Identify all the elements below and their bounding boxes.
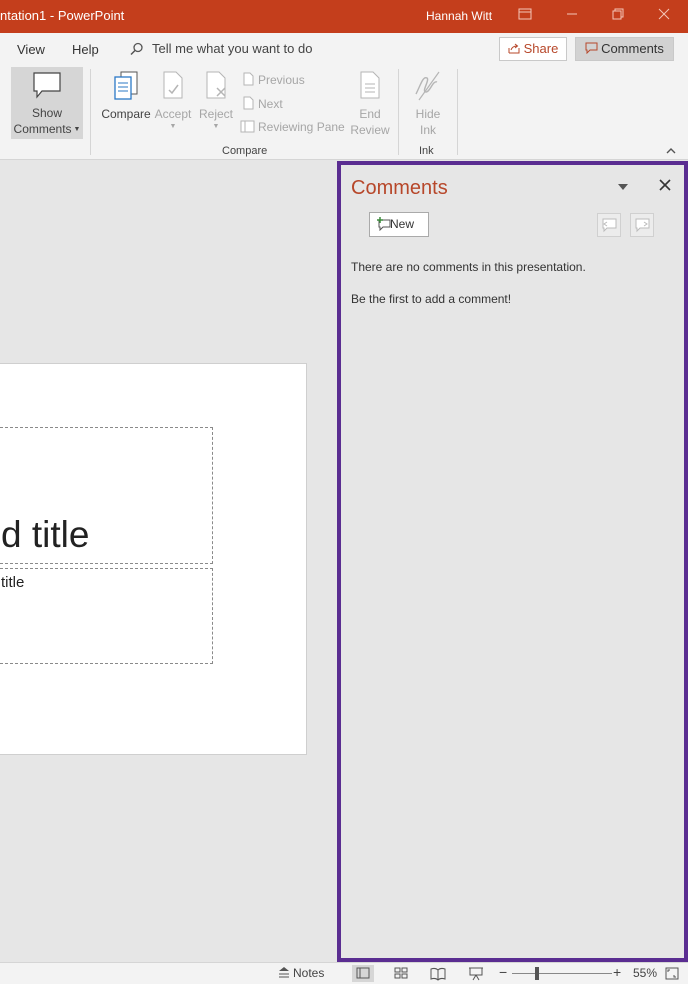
collapse-ribbon-icon[interactable] — [666, 145, 676, 157]
slide-editor[interactable]: d title title — [0, 160, 336, 962]
show-comments-label-2: Comments — [13, 122, 72, 136]
end-review-label-1: End — [359, 107, 381, 121]
no-comments-message: There are no comments in this presentati… — [351, 260, 586, 274]
dropdown-arrow-icon: ▼ — [71, 126, 81, 133]
previous-label: Previous — [258, 73, 305, 87]
reject-button[interactable]: Reject ▼ — [194, 70, 238, 132]
user-name[interactable]: Hannah Witt — [426, 9, 492, 23]
add-comment-prompt: Be the first to add a comment! — [351, 292, 512, 306]
divider — [457, 69, 458, 155]
ribbon-display-options-icon[interactable] — [513, 6, 537, 26]
end-review-label-2: Review — [350, 123, 390, 137]
slide-sorter-view-icon[interactable] — [390, 965, 412, 982]
pane-options-icon[interactable] — [618, 181, 628, 193]
subtitle-placeholder[interactable]: title — [0, 568, 213, 664]
show-comments-button[interactable]: Show Comments ▼ — [11, 67, 83, 139]
title-placeholder[interactable]: d title — [0, 427, 213, 564]
normal-view-icon[interactable] — [352, 965, 374, 982]
reject-label: Reject — [198, 107, 233, 121]
group-label-compare: Compare — [222, 145, 268, 157]
previous-comment-icon[interactable] — [597, 213, 621, 237]
zoom-slider-thumb[interactable] — [535, 967, 539, 980]
next-button[interactable]: Next — [241, 96, 283, 111]
minimize-icon[interactable] — [560, 6, 584, 26]
close-pane-icon[interactable] — [659, 176, 671, 196]
previous-button[interactable]: Previous — [241, 72, 305, 87]
comment-bubble-icon — [33, 72, 61, 99]
zoom-out-icon[interactable]: − — [499, 964, 507, 980]
title-placeholder-text: d title — [1, 514, 90, 555]
divider — [398, 69, 399, 155]
accept-icon — [163, 71, 183, 99]
share-icon — [508, 43, 520, 54]
comments-pane: Comments New There are no comments in th… — [337, 161, 688, 962]
title-bar: ntation1 - PowerPoint Hannah Witt — [0, 0, 688, 33]
accept-label: Accept — [154, 107, 192, 121]
next-comment-icon[interactable] — [630, 213, 654, 237]
zoom-slider-track[interactable] — [512, 973, 612, 974]
previous-comment-icon — [243, 72, 254, 86]
new-comment-icon — [377, 217, 391, 231]
slide-canvas[interactable]: d title title — [0, 363, 307, 755]
group-label-ink: Ink — [419, 145, 434, 157]
window-title: ntation1 - PowerPoint — [0, 8, 125, 23]
zoom-level[interactable]: 55% — [633, 966, 657, 980]
hide-ink-label-2: Ink — [419, 123, 436, 137]
comment-icon — [585, 42, 598, 55]
notes-label: Notes — [293, 966, 325, 980]
hide-ink-label-1: Hide — [415, 107, 441, 121]
share-label: Share — [523, 41, 559, 56]
reviewing-pane-icon — [240, 120, 255, 133]
fit-slide-icon[interactable] — [664, 965, 682, 982]
reviewing-pane-label: Reviewing Pane — [258, 120, 345, 134]
compare-label: Compare — [101, 107, 151, 121]
ribbon-tabs: View Help Tell me what you want to do Sh… — [0, 33, 688, 65]
tab-view[interactable]: View — [17, 42, 45, 57]
compare-icon — [114, 71, 138, 100]
search-icon — [130, 42, 143, 56]
show-comments-label-1: Show — [31, 106, 63, 120]
accept-dropdown-icon: ▼ — [169, 123, 177, 130]
comments-label: Comments — [601, 41, 664, 56]
reject-dropdown-icon: ▼ — [212, 123, 220, 130]
tell-me-search[interactable]: Tell me what you want to do — [130, 41, 312, 56]
slide-show-icon[interactable] — [465, 965, 487, 982]
ribbon: Show Comments ▼ Compare Accept ▼ Reject … — [0, 65, 688, 160]
tell-me-label: Tell me what you want to do — [152, 41, 313, 56]
hide-ink-button[interactable]: Hide Ink — [406, 70, 450, 138]
divider — [90, 69, 91, 155]
new-comment-button[interactable]: New — [369, 212, 429, 237]
hide-ink-icon — [415, 71, 440, 101]
status-bar: Notes − + 55% — [0, 962, 688, 984]
zoom-in-icon[interactable]: + — [613, 964, 621, 980]
subtitle-placeholder-text: title — [1, 574, 25, 591]
new-comment-label: New — [390, 217, 415, 231]
tab-help[interactable]: Help — [72, 42, 99, 57]
end-review-button[interactable]: End Review — [345, 70, 395, 138]
restore-icon[interactable] — [606, 6, 630, 26]
next-comment-icon — [243, 96, 254, 110]
end-review-icon — [360, 71, 380, 99]
reviewing-pane-button[interactable]: Reviewing Pane — [240, 120, 345, 134]
comments-button[interactable]: Comments — [575, 37, 674, 61]
notes-button[interactable]: Notes — [278, 966, 324, 980]
compare-button[interactable]: Compare — [98, 70, 154, 122]
comments-pane-title: Comments — [351, 177, 448, 199]
accept-button[interactable]: Accept ▼ — [151, 70, 195, 132]
share-button[interactable]: Share — [499, 37, 567, 61]
notes-icon — [279, 967, 289, 978]
reading-view-icon[interactable] — [427, 965, 449, 982]
reject-icon — [206, 71, 226, 99]
close-window-icon[interactable] — [652, 6, 676, 26]
next-label: Next — [258, 97, 283, 111]
